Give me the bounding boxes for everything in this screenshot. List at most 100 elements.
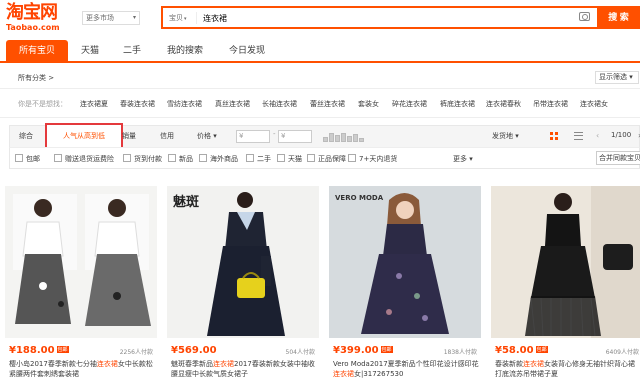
search-button[interactable]: 搜 索 (597, 6, 640, 29)
filter-free-shipping[interactable]: 包邮 (15, 154, 40, 164)
suggestion-link[interactable]: 套装女 (358, 99, 379, 109)
checkbox-icon (348, 154, 356, 162)
search-scope-select[interactable]: 宝贝▾ (169, 12, 197, 24)
checkbox-icon (54, 154, 62, 162)
suggestion-link[interactable]: 碎花连衣裙 (392, 99, 427, 109)
search-input[interactable] (203, 10, 563, 26)
title-text: 春装新款 (495, 360, 523, 368)
suggestion-link[interactable]: 雪纺连衣裙 (167, 99, 202, 109)
product-card[interactable]: ¥188.00 包邮 2256人付款 樱小岛2017春季新款七分袖连衣裙女中长款松… (5, 186, 157, 383)
checkbox-icon (199, 154, 207, 162)
filter-tmall[interactable]: 天猫 (277, 154, 302, 164)
tab-all-items[interactable]: 所有宝贝 (6, 40, 68, 63)
product-title[interactable]: 春装新款连衣裙女装背心修身无袖针织背心裙打底流苏吊带裙子夏 (495, 359, 640, 379)
free-shipping-badge: 包邮 (380, 346, 393, 353)
product-price: ¥58.00 包邮 (495, 345, 548, 356)
tab-today-discover[interactable]: 今日发现 (220, 40, 274, 63)
filter-cod[interactable]: 货到付款 (123, 154, 162, 164)
chevron-left-icon[interactable]: ‹ (596, 131, 599, 140)
product-title[interactable]: 樱小岛2017春季新款七分袖连衣裙女中长款松紧腰两件套刺绣套装裙 (9, 359, 155, 379)
chevron-down-icon: ▾ (184, 16, 187, 22)
sales-count: 2256人付款 (119, 349, 153, 356)
tab-secondhand[interactable]: 二手 (114, 40, 150, 63)
title-text: Vero Moda2017夏季新品个性印花设计感印花 (333, 360, 479, 368)
filter-label: 新品 (179, 155, 193, 163)
top-header: 淘宝网 Taobao.com 更多市场 ▾ 宝贝▾ 搜 索 (0, 0, 640, 38)
suggestion-link[interactable]: 连衣裙春秋 (486, 99, 521, 109)
svg-text:VERO MODA: VERO MODA (335, 194, 384, 202)
filter-label: 二手 (257, 155, 271, 163)
suggestion-link[interactable]: 春装连衣裙 (120, 99, 155, 109)
sort-bar: 综合 人气从高到低 销量 信用 价格 ▾ ¥ - ¥ 发货地 ▾ ‹ 1/100… (9, 123, 640, 150)
product-image[interactable]: 魅斑 (167, 186, 319, 338)
title-highlight: 连衣裙 (333, 370, 354, 378)
more-markets-label: 更多市场 (86, 14, 114, 22)
ship-from-select[interactable]: 发货地 ▾ (492, 131, 519, 141)
suggestion-link[interactable]: 长袖连衣裙 (262, 99, 297, 109)
checkbox-icon (307, 154, 315, 162)
page-indicator: 1/100 (611, 131, 632, 139)
sort-credit[interactable]: 信用 (160, 131, 174, 141)
filter-genuine[interactable]: 正品保障 (307, 154, 346, 164)
sort-comprehensive[interactable]: 综合 (19, 131, 33, 141)
list-view-icon[interactable] (574, 132, 583, 140)
product-card[interactable]: ¥58.00 包邮 6409人付款 春装新款连衣裙女装背心修身无袖针织背心裙打底流… (491, 186, 640, 383)
sort-price-label: 价格 (197, 132, 211, 140)
suggestion-link[interactable]: 吊带连衣裙 (533, 99, 568, 109)
tab-tmall[interactable]: 天猫 (70, 40, 110, 63)
product-price: ¥188.00 包邮 (9, 345, 69, 356)
free-shipping-badge: 包邮 (56, 346, 69, 353)
checkbox-icon (277, 154, 285, 162)
suggestion-link[interactable]: 真丝连衣裙 (215, 99, 250, 109)
product-image[interactable]: VERO MODA (329, 186, 481, 338)
suggestion-link[interactable]: 蕾丝连衣裙 (310, 99, 345, 109)
svg-text:魅斑: 魅斑 (173, 194, 199, 210)
checkbox-icon (15, 154, 23, 162)
sales-count: 1838人付款 (443, 349, 477, 356)
filter-new[interactable]: 新品 (168, 154, 193, 164)
product-image[interactable] (5, 186, 157, 338)
filter-overseas[interactable]: 海外商品 (199, 154, 238, 164)
sales-count: 6409人付款 (605, 349, 639, 356)
more-filters-button[interactable]: 更多 ▾ (453, 154, 473, 164)
chevron-down-icon: ▾ (515, 132, 519, 140)
tab-my-search[interactable]: 我的搜索 (158, 40, 212, 63)
filter-return-insurance[interactable]: 赠送退货运费险 (54, 154, 114, 164)
camera-icon[interactable] (579, 12, 590, 21)
suggestion-link[interactable]: 连衣裙夏 (80, 99, 108, 109)
product-card[interactable]: 魅斑 ¥569.00 504人付款 魅斑春季新品连衣裙2017春装新款女装中袖收… (167, 186, 319, 383)
grid-view-icon[interactable] (550, 132, 558, 140)
suggestion-link[interactable]: 裤底连衣裙 (440, 99, 475, 109)
search-box: 宝贝▾ (161, 6, 598, 29)
more-markets-dropdown[interactable]: 更多市场 ▾ (82, 11, 140, 25)
logo-subtext: Taobao.com (6, 23, 60, 32)
title-text: 樱小岛2017春季新款七分袖 (9, 360, 97, 368)
all-categories-link[interactable]: 所有分类 > (18, 73, 54, 83)
product-image[interactable] (491, 186, 640, 338)
sort-popularity[interactable]: 人气从高到低 (45, 123, 123, 150)
taobao-logo[interactable]: 淘宝网 Taobao.com (6, 3, 76, 33)
checkbox-icon (246, 154, 254, 162)
filter-label: 7+天内退货 (359, 155, 398, 163)
suggestion-link[interactable]: 连衣裙女 (580, 99, 608, 109)
sales-count: 504人付款 (285, 349, 315, 356)
product-title[interactable]: Vero Moda2017夏季新品个性印花设计感印花连衣裙女|317267530 (333, 359, 479, 379)
filter-label: 海外商品 (210, 155, 238, 163)
filter-secondhand[interactable]: 二手 (246, 154, 271, 164)
checkbox-icon (168, 154, 176, 162)
price-value: ¥188.00 (9, 345, 55, 356)
product-title[interactable]: 魅斑春季新品连衣裙2017春装新款女装中袖收腰显瘦中长款气质女裙子 (171, 359, 317, 379)
filter-7day-return[interactable]: 7+天内退货 (348, 154, 397, 164)
logo-text: 淘宝网 (6, 2, 58, 23)
price-max-input[interactable]: ¥ (278, 130, 312, 143)
merge-same-items-button[interactable]: 合并同款宝贝 (596, 151, 640, 165)
product-price: ¥399.00 包邮 (333, 345, 393, 356)
sort-sales[interactable]: 销量 (122, 131, 136, 141)
display-filter-button[interactable]: 显示筛选 ▾ (595, 71, 639, 84)
filter-label: 正品保障 (318, 155, 346, 163)
price-distribution-icon[interactable] (323, 132, 369, 142)
product-card[interactable]: VERO MODA ¥399.00 包邮 1838人付款 Vero Moda201… (329, 186, 481, 383)
suggestions-row: 你是不是想找： 连衣裙夏 春装连衣裙 雪纺连衣裙 真丝连衣裙 长袖连衣裙 蕾丝连… (0, 90, 640, 118)
price-min-input[interactable]: ¥ (236, 130, 270, 143)
sort-price[interactable]: 价格 ▾ (197, 131, 217, 141)
